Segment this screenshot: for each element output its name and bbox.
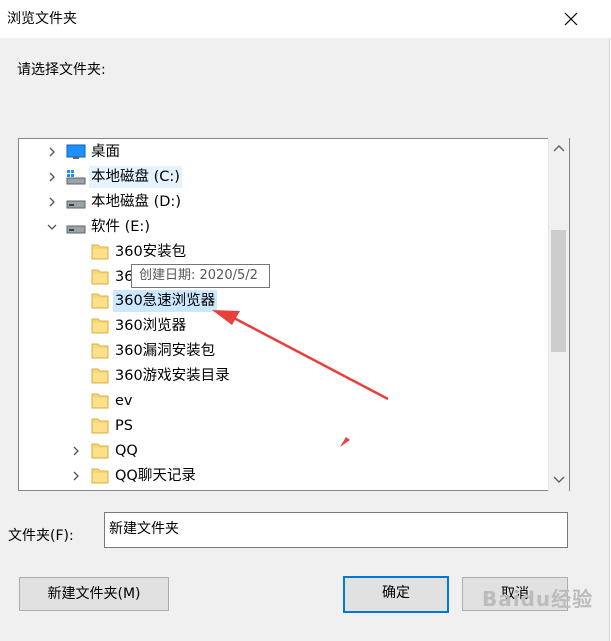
tree-item[interactable]: ev xyxy=(19,390,569,412)
chevron-right-icon[interactable] xyxy=(45,141,59,163)
folder-icon xyxy=(89,340,111,362)
scroll-down-icon[interactable] xyxy=(549,470,569,488)
tree-item[interactable]: 360游戏安装目录 xyxy=(19,365,569,387)
folder-field-label: 文件夹(F): xyxy=(8,528,74,544)
chevron-right-icon[interactable] xyxy=(45,166,59,188)
chevron-right-icon[interactable] xyxy=(45,191,59,213)
folder-icon xyxy=(89,241,111,263)
tree-item-label: ev xyxy=(115,393,133,409)
folder-icon xyxy=(89,266,111,288)
windows-drive-icon xyxy=(65,166,87,188)
drive-icon xyxy=(65,216,87,238)
chevron-right-icon[interactable] xyxy=(69,440,83,462)
tree-item-label: 本地磁盘 (C:) xyxy=(89,165,182,188)
tree-item[interactable]: QQ聊天记录 xyxy=(19,465,569,487)
folder-icon xyxy=(89,390,111,412)
tree-item[interactable]: 360安装包 xyxy=(19,241,569,263)
folder-tree[interactable]: 桌面本地磁盘 (C:) 本地磁盘 (D:) 软件 (E:) 360安装包 36 360急速… xyxy=(18,138,570,491)
prompt-label: 请选择文件夹: xyxy=(17,62,106,78)
drive-icon xyxy=(65,191,87,213)
new-folder-button[interactable]: 新建文件夹(M) xyxy=(19,577,169,611)
folder-icon xyxy=(89,440,111,462)
folder-icon xyxy=(89,290,111,312)
tree-item-label: PS xyxy=(115,417,133,434)
tree-item[interactable]: 软件 (E:) xyxy=(19,216,569,238)
folder-name-input[interactable]: 新建文件夹 xyxy=(104,512,568,548)
chevron-right-icon[interactable] xyxy=(69,465,83,487)
tree-item[interactable]: 360漏洞安装包 xyxy=(19,340,569,362)
tree-item-label: 360急速浏览器 xyxy=(113,290,218,313)
folder-icon xyxy=(89,465,111,487)
tree-item[interactable]: 本地磁盘 (C:) xyxy=(19,165,569,188)
tree-item-label: 桌面 xyxy=(91,144,120,160)
tree-item-label: 360游戏安装目录 xyxy=(115,368,230,385)
chevron-down-icon[interactable] xyxy=(45,216,59,238)
window-title: 浏览文件夹 xyxy=(7,11,77,27)
tree-item-label: 本地磁盘 (D:) xyxy=(91,193,181,210)
title-bar: 浏览文件夹 xyxy=(0,0,611,38)
desktop-icon xyxy=(65,141,87,163)
watermark: Baidu经验 xyxy=(482,587,594,611)
tooltip: 创建日期: 2020/5/2 xyxy=(131,264,270,288)
tree-item[interactable]: 桌面 xyxy=(19,141,569,163)
tree-item-label: 360漏洞安装包 xyxy=(115,343,216,360)
tree-item[interactable]: 360急速浏览器 xyxy=(19,290,569,313)
tree-item[interactable]: 本地磁盘 (D:) xyxy=(19,191,569,213)
tree-item-label: QQ xyxy=(115,442,138,459)
tree-item-label: 360浏览器 xyxy=(115,318,187,335)
scroll-thumb[interactable] xyxy=(551,230,566,352)
tree-item[interactable]: PS xyxy=(19,415,569,437)
tree-item-label: 360安装包 xyxy=(115,243,187,260)
tree-item[interactable]: QQ xyxy=(19,440,569,462)
vertical-scrollbar[interactable] xyxy=(548,138,569,491)
tree-item-label: 软件 (E:) xyxy=(91,218,150,235)
close-icon[interactable] xyxy=(556,6,586,32)
folder-icon xyxy=(89,415,111,437)
tree-item[interactable]: 360浏览器 xyxy=(19,315,569,337)
tree-item[interactable]: 36 xyxy=(19,266,569,288)
folder-icon xyxy=(89,365,111,387)
ok-button[interactable]: 确定 xyxy=(343,576,449,613)
tree-item-label: QQ聊天记录 xyxy=(115,467,196,484)
scroll-up-icon[interactable] xyxy=(549,140,569,158)
folder-icon xyxy=(89,315,111,337)
